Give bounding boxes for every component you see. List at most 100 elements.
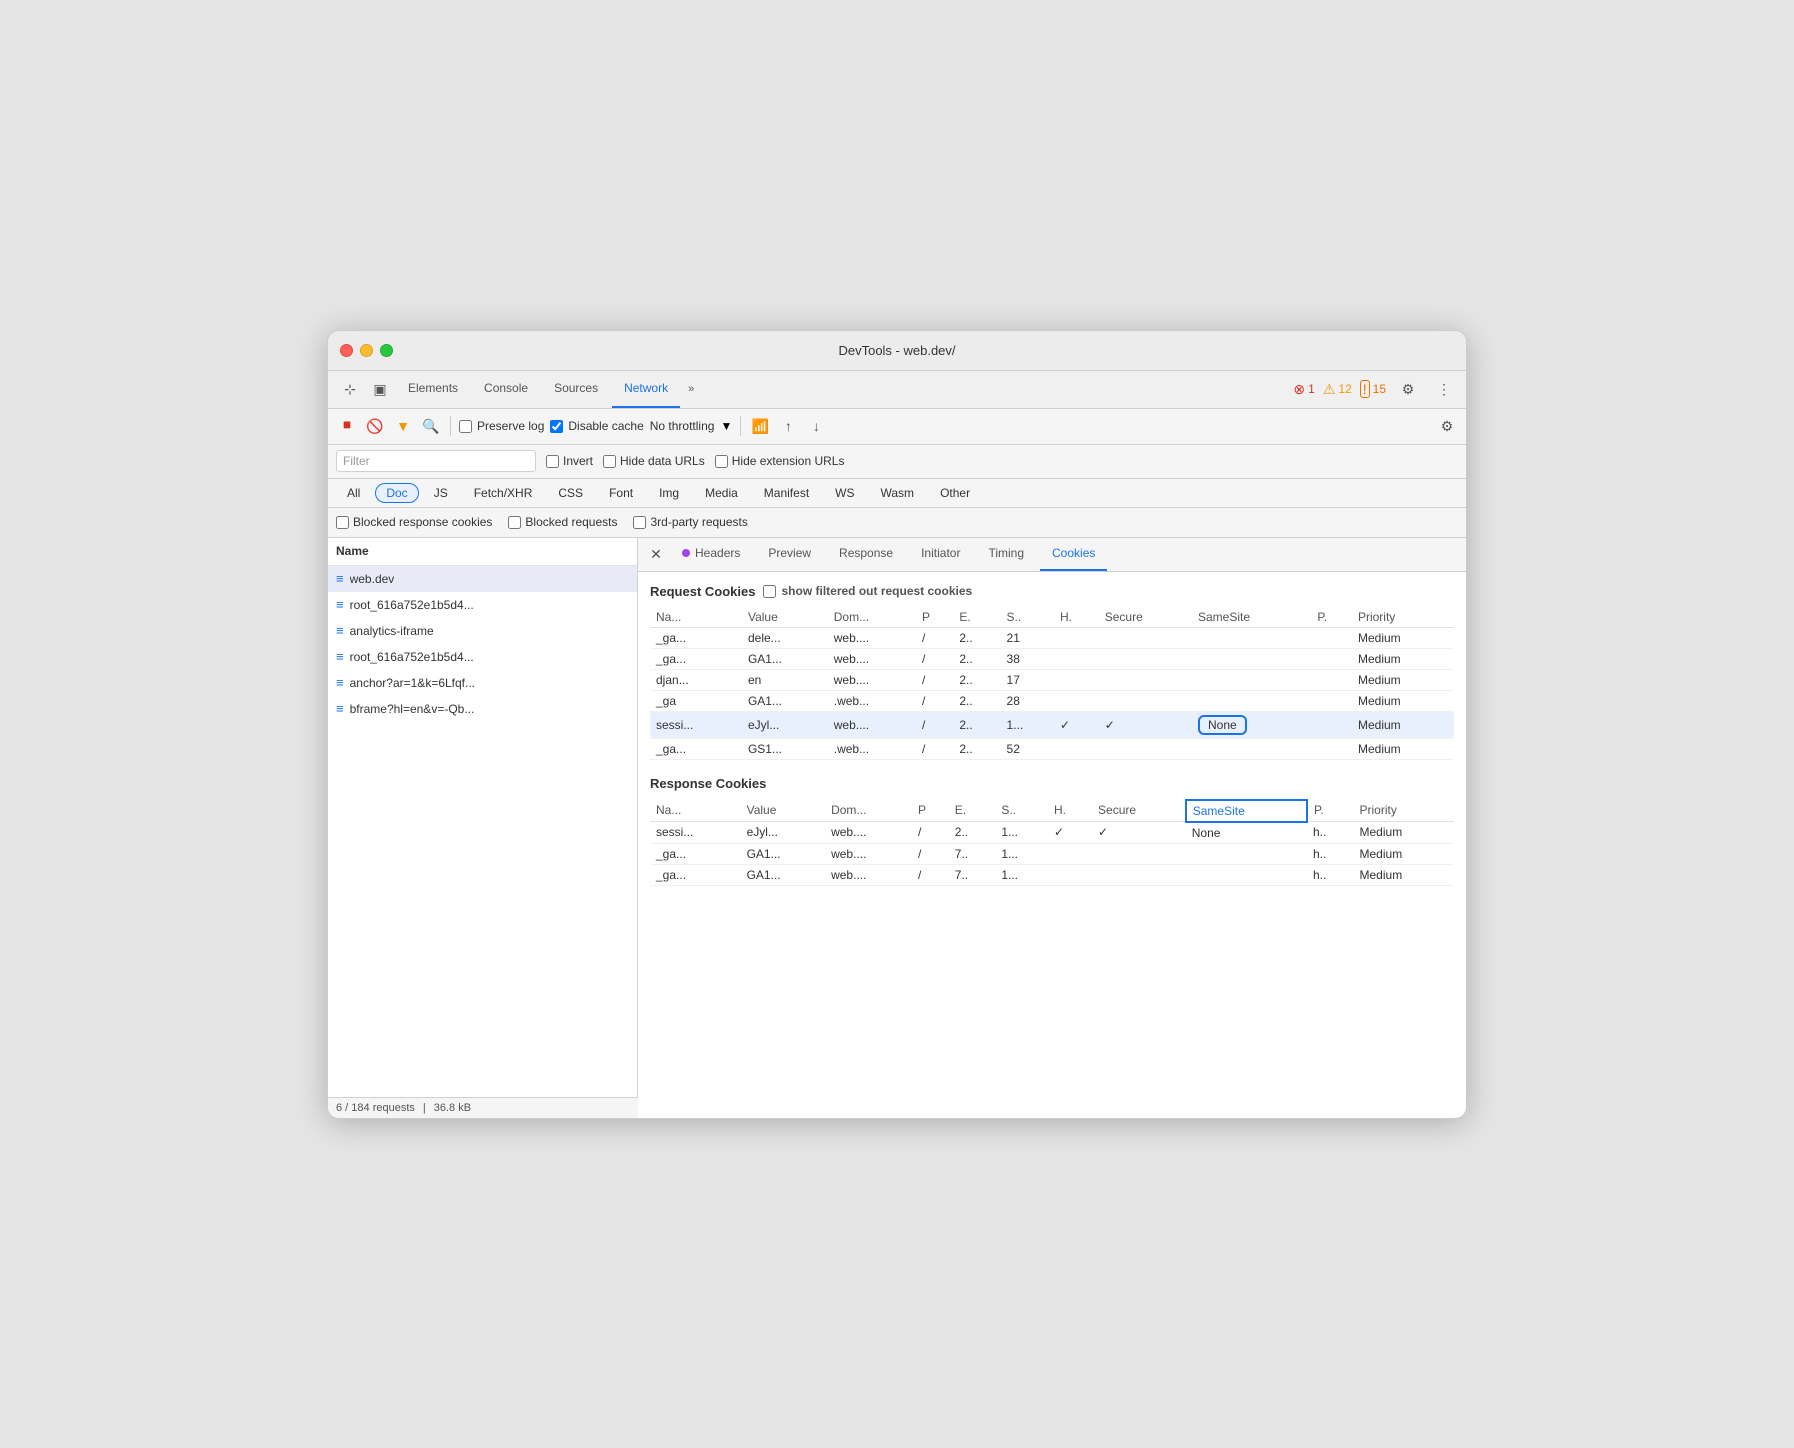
req-cell-httponly xyxy=(1054,738,1099,759)
filter-icon[interactable]: ▼ xyxy=(392,415,414,437)
third-party-checkbox[interactable] xyxy=(633,516,646,529)
detail-close-button[interactable]: ✕ xyxy=(646,544,666,564)
req-cell-expires: 2.. xyxy=(953,711,1000,738)
close-button[interactable] xyxy=(340,344,353,357)
request-cookie-row[interactable]: _ga... dele... web.... / 2.. 21 Medium xyxy=(650,627,1454,648)
show-filtered-label[interactable]: show filtered out request cookies xyxy=(763,584,972,598)
invert-checkbox[interactable] xyxy=(546,455,559,468)
search-icon[interactable]: 🔍 xyxy=(420,415,442,437)
sidebar-item-bframe[interactable]: ≡ bframe?hl=en&v=-Qb... xyxy=(328,696,637,722)
type-tab-manifest[interactable]: Manifest xyxy=(753,483,820,503)
show-filtered-checkbox[interactable] xyxy=(763,585,776,598)
detail-tab-response[interactable]: Response xyxy=(827,538,905,572)
download-icon[interactable]: ↓ xyxy=(805,415,827,437)
col-path: P xyxy=(916,607,953,628)
settings-icon[interactable]: ⚙ xyxy=(1394,375,1422,403)
response-cookie-row[interactable]: sessi... eJyl... web.... / 2.. 1... ✓ ✓ … xyxy=(650,822,1454,844)
type-tab-all[interactable]: All xyxy=(336,483,371,503)
resp-cell-expires: 2.. xyxy=(949,822,996,844)
req-cell-expires: 2.. xyxy=(953,627,1000,648)
blocked-cookies-label[interactable]: Blocked response cookies xyxy=(336,515,492,529)
type-tabs-row: All Doc JS Fetch/XHR CSS Font Img Media … xyxy=(328,479,1466,508)
type-tab-media[interactable]: Media xyxy=(694,483,749,503)
type-tab-font[interactable]: Font xyxy=(598,483,644,503)
more-options-icon[interactable]: ⋮ xyxy=(1430,375,1458,403)
resp-cell-secure xyxy=(1092,864,1186,885)
blocked-cookies-checkbox[interactable] xyxy=(336,516,349,529)
resp-cell-path: / xyxy=(912,843,949,864)
response-cookie-row[interactable]: _ga... GA1... web.... / 7.. 1... h.. Med… xyxy=(650,864,1454,885)
hide-ext-urls-label[interactable]: Hide extension URLs xyxy=(715,454,845,468)
req-cell-domain: .web... xyxy=(828,738,916,759)
resp-cell-httponly: ✓ xyxy=(1048,822,1092,844)
blocked-requests-checkbox[interactable] xyxy=(508,516,521,529)
type-tab-js[interactable]: JS xyxy=(423,483,459,503)
request-cookie-row[interactable]: djan... en web.... / 2.. 17 Medium xyxy=(650,669,1454,690)
request-cookie-row[interactable]: _ga... GA1... web.... / 2.. 38 Medium xyxy=(650,648,1454,669)
detail-tab-timing[interactable]: Timing xyxy=(976,538,1036,572)
sidebar-item-anchor[interactable]: ≡ anchor?ar=1&k=6Lfqf... xyxy=(328,670,637,696)
preserve-log-checkbox[interactable] xyxy=(459,420,472,433)
request-cookie-row[interactable]: sessi... eJyl... web.... / 2.. 1... ✓ ✓ … xyxy=(650,711,1454,738)
clear-icon[interactable]: 🚫 xyxy=(364,415,386,437)
third-party-label[interactable]: 3rd-party requests xyxy=(633,515,747,529)
record-stop-icon[interactable]: ⏹ xyxy=(336,415,358,437)
req-cell-domain: web.... xyxy=(828,711,916,738)
hide-ext-urls-checkbox[interactable] xyxy=(715,455,728,468)
tab-console[interactable]: Console xyxy=(472,370,540,408)
sidebar-item-analytics[interactable]: ≡ analytics-iframe xyxy=(328,618,637,644)
tab-network[interactable]: Network xyxy=(612,370,680,408)
throttle-dropdown-icon[interactable]: ▼ xyxy=(720,419,732,433)
tab-elements[interactable]: Elements xyxy=(396,370,470,408)
inspect-icon[interactable]: ⊹ xyxy=(336,375,364,403)
blocked-requests-label[interactable]: Blocked requests xyxy=(508,515,617,529)
type-tab-doc[interactable]: Doc xyxy=(375,483,418,503)
sidebar-item-text-5: bframe?hl=en&v=-Qb... xyxy=(350,702,475,716)
disable-cache-label[interactable]: Disable cache xyxy=(550,419,643,433)
doc-icon-5: ≡ xyxy=(336,701,344,716)
detail-tab-headers[interactable]: Headers xyxy=(670,538,752,572)
type-tab-img[interactable]: Img xyxy=(648,483,690,503)
request-cookie-row[interactable]: _ga GA1... .web... / 2.. 28 Medium xyxy=(650,690,1454,711)
maximize-button[interactable] xyxy=(380,344,393,357)
type-tab-ws[interactable]: WS xyxy=(824,483,865,503)
type-tab-css[interactable]: CSS xyxy=(547,483,594,503)
resp-cell-secure: ✓ xyxy=(1092,822,1186,844)
response-cookies-header-row: Na... Value Dom... P E. S.. H. Secure Sa… xyxy=(650,800,1454,822)
resp-samesite-none-badge: None xyxy=(1192,826,1221,840)
req-cell-path: / xyxy=(916,738,953,759)
invert-label[interactable]: Invert xyxy=(546,454,593,468)
device-mode-icon[interactable]: ▣ xyxy=(366,375,394,403)
type-tab-other[interactable]: Other xyxy=(929,483,981,503)
detail-tab-initiator[interactable]: Initiator xyxy=(909,538,972,572)
resp-cell-secure xyxy=(1092,843,1186,864)
detail-tab-preview[interactable]: Preview xyxy=(756,538,823,572)
hide-data-urls-checkbox[interactable] xyxy=(603,455,616,468)
response-cookie-row[interactable]: _ga... GA1... web.... / 7.. 1... h.. Med… xyxy=(650,843,1454,864)
wifi-icon[interactable]: 📶 xyxy=(749,415,771,437)
network-settings-icon[interactable]: ⚙ xyxy=(1436,415,1458,437)
tab-sources[interactable]: Sources xyxy=(542,370,610,408)
filter-input[interactable] xyxy=(336,450,536,472)
req-cell-path: / xyxy=(916,690,953,711)
req-cell-domain: .web... xyxy=(828,690,916,711)
type-tab-wasm[interactable]: Wasm xyxy=(870,483,926,503)
req-cell-httponly: ✓ xyxy=(1054,711,1099,738)
req-cell-domain: web.... xyxy=(828,669,916,690)
request-cookie-row[interactable]: _ga... GS1... .web... / 2.. 52 Medium xyxy=(650,738,1454,759)
sidebar-item-webdev[interactable]: ≡ web.dev xyxy=(328,566,637,592)
disable-cache-checkbox[interactable] xyxy=(550,420,563,433)
sidebar-item-root2[interactable]: ≡ root_616a752e1b5d4... xyxy=(328,644,637,670)
type-tab-fetch-xhr[interactable]: Fetch/XHR xyxy=(463,483,544,503)
minimize-button[interactable] xyxy=(360,344,373,357)
preserve-log-label[interactable]: Preserve log xyxy=(459,419,544,433)
more-tabs-icon[interactable]: » xyxy=(682,379,700,399)
sidebar-item-root1[interactable]: ≡ root_616a752e1b5d4... xyxy=(328,592,637,618)
resp-cell-expires: 7.. xyxy=(949,864,996,885)
sidebar-item-text-4: anchor?ar=1&k=6Lfqf... xyxy=(350,676,475,690)
sidebar-footer: 6 / 184 requests | 36.8 kB xyxy=(328,1097,638,1118)
detail-tab-cookies[interactable]: Cookies xyxy=(1040,538,1107,572)
upload-icon[interactable]: ↑ xyxy=(777,415,799,437)
hide-data-urls-label[interactable]: Hide data URLs xyxy=(603,454,705,468)
req-cell-secure xyxy=(1099,648,1192,669)
